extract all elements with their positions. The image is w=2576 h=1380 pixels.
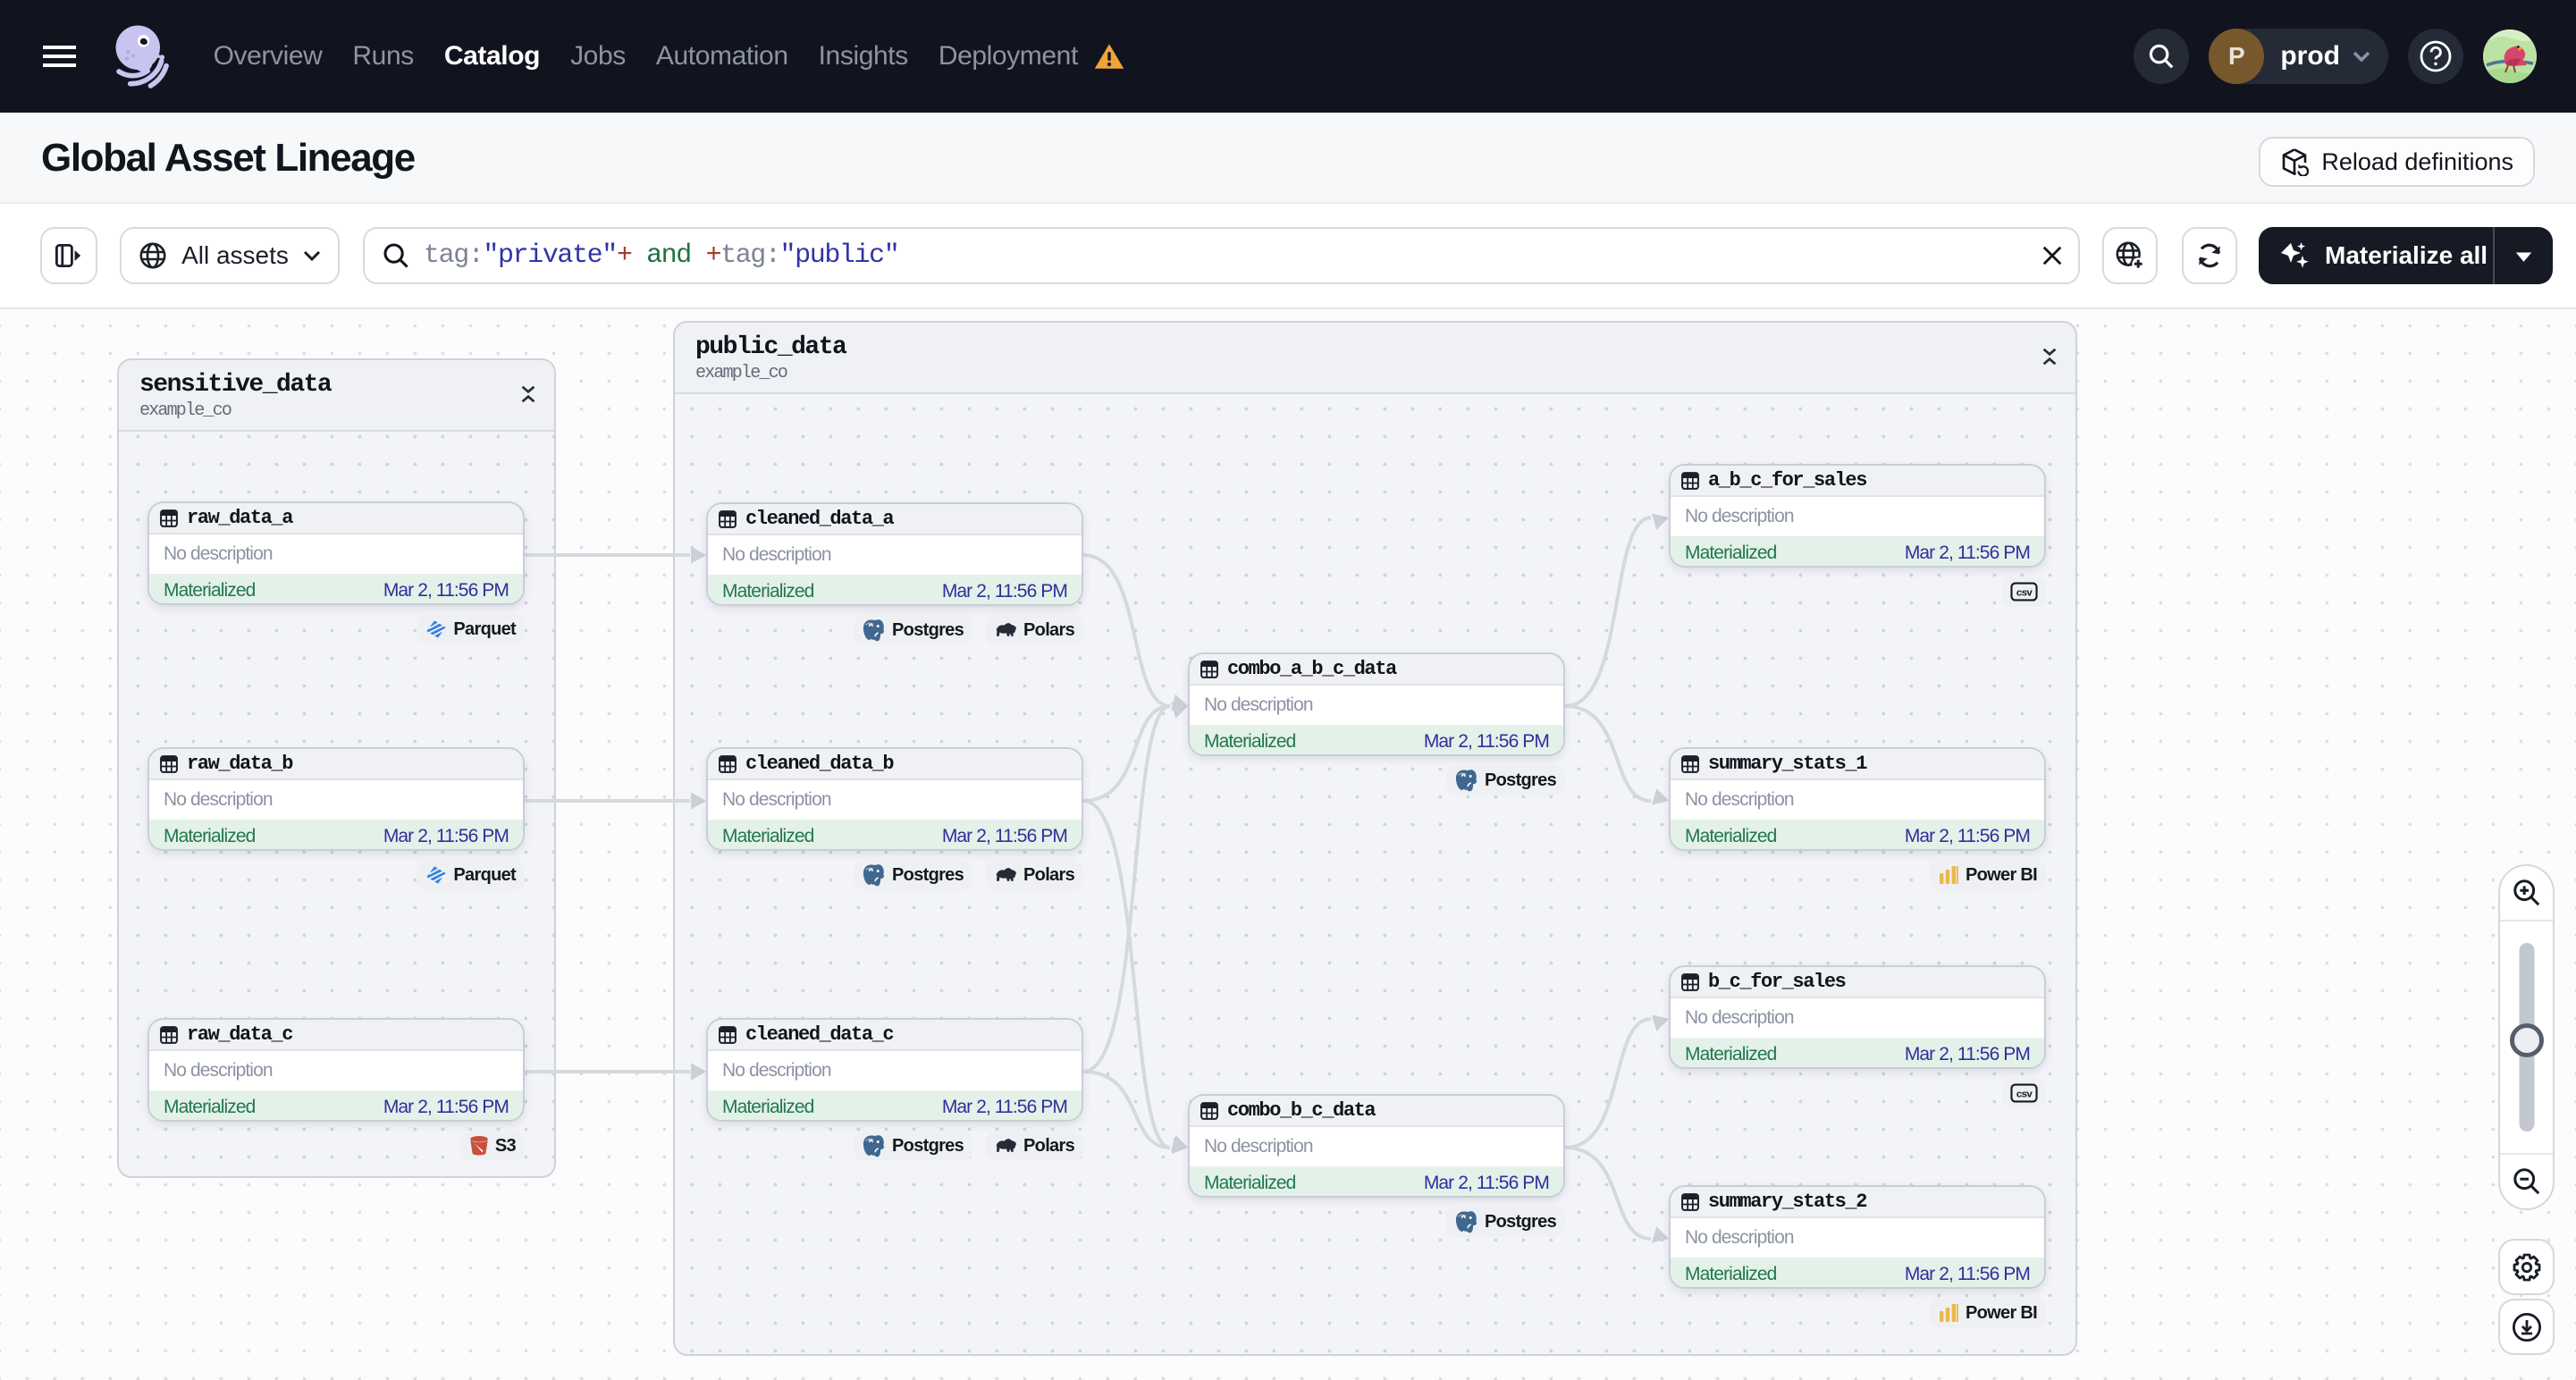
svg-text:csv: csv <box>2016 1089 2033 1099</box>
svg-text:csv: csv <box>2016 587 2033 598</box>
